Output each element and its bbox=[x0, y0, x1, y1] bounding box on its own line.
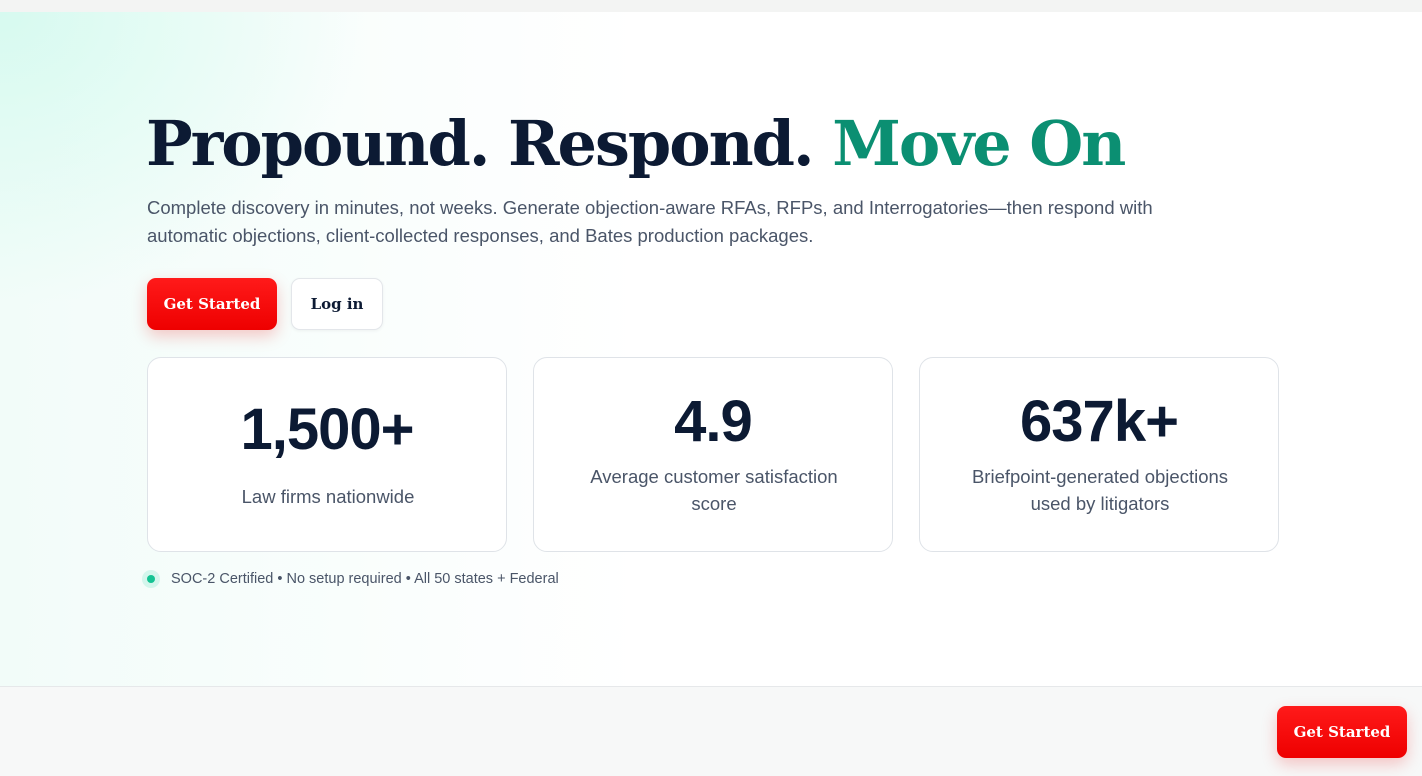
trust-line: SOC-2 Certified • No setup required • Al… bbox=[142, 569, 559, 589]
stat-card-satisfaction: 4.9 Average customer satisfaction score bbox=[533, 357, 893, 552]
stat-card-law-firms: 1,500+ Law firms nationwide bbox=[147, 357, 507, 552]
stat-label: Average customer satisfaction score bbox=[590, 466, 838, 514]
stat-value: 4.9 bbox=[674, 389, 753, 454]
stat-label: Briefpoint-generated objections used by … bbox=[971, 466, 1229, 514]
trust-text: SOC-2 Certified • No setup required • Al… bbox=[171, 571, 559, 587]
floating-get-started-button[interactable]: Get Started bbox=[1277, 706, 1407, 758]
headline-main: Propound. Respond. bbox=[146, 107, 815, 180]
log-in-button[interactable]: Log in bbox=[291, 278, 383, 330]
stat-value: 1,500+ bbox=[240, 397, 414, 462]
top-strip bbox=[0, 0, 1422, 12]
hero-headline: Propound. Respond. Move On bbox=[146, 104, 1126, 184]
footer-band bbox=[0, 687, 1422, 776]
get-started-button[interactable]: Get Started bbox=[147, 278, 277, 330]
headline-accent: Move On bbox=[832, 107, 1126, 180]
stat-label: Law firms nationwide bbox=[241, 486, 415, 507]
hero-subtitle: Complete discovery in minutes, not weeks… bbox=[147, 197, 1153, 246]
stat-card-objections: 637k+ Briefpoint-generated objections us… bbox=[919, 357, 1279, 552]
status-dot-icon bbox=[142, 570, 160, 588]
stat-value: 637k+ bbox=[1020, 389, 1179, 454]
